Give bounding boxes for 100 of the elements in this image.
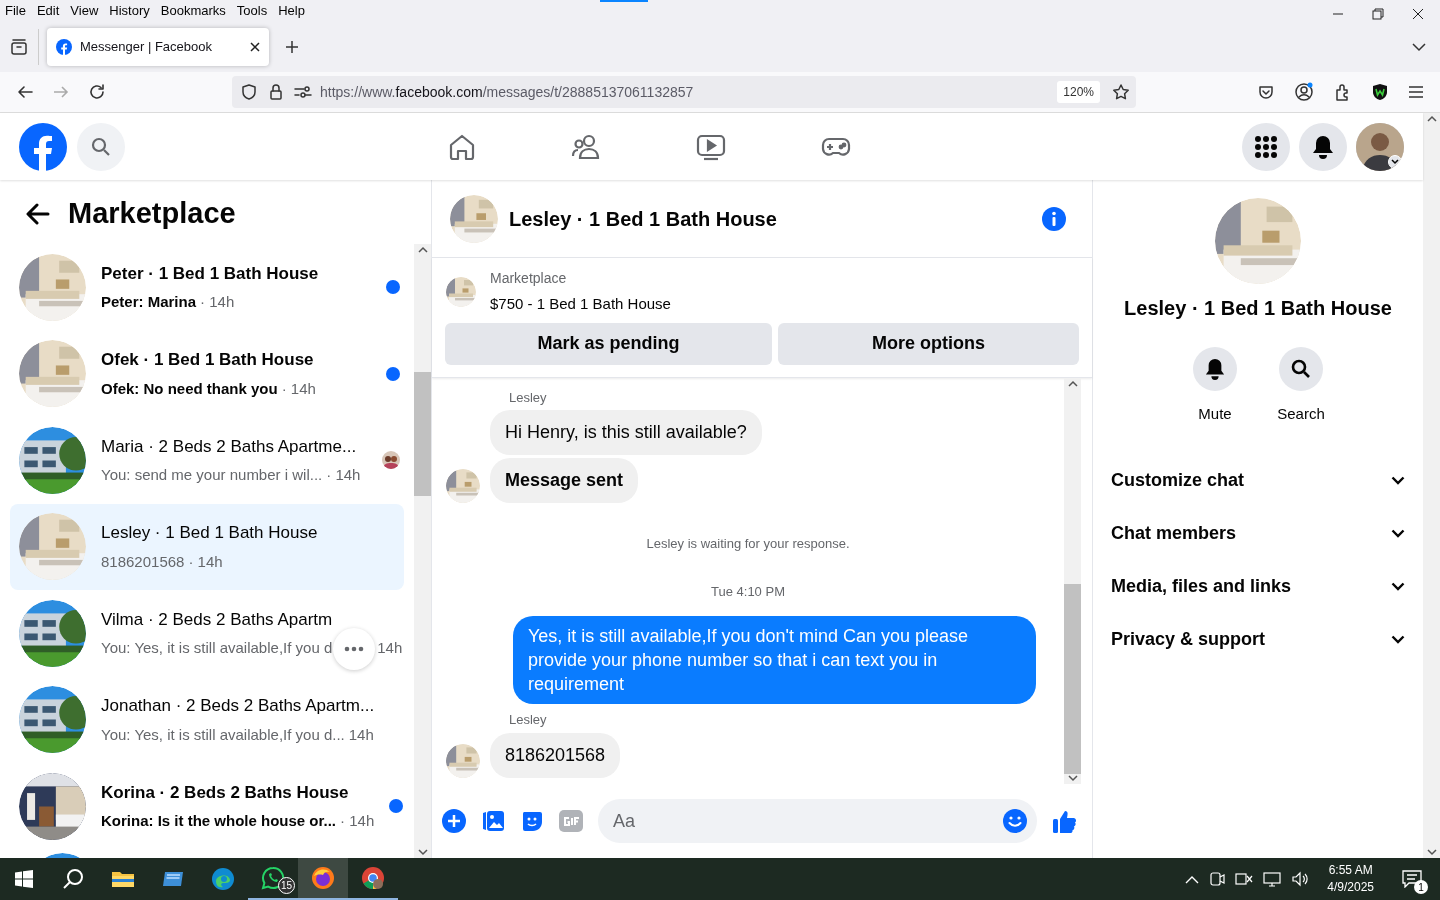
- scrollbar[interactable]: [414, 244, 431, 858]
- shield-extension-icon[interactable]: [1372, 83, 1388, 101]
- section-row[interactable]: Chat members: [1111, 506, 1405, 560]
- clock-time: 6:55 AM: [1328, 862, 1373, 879]
- menu-item[interactable]: Tools: [236, 0, 268, 21]
- back-arrow-icon[interactable]: [26, 203, 50, 225]
- conversation-item[interactable]: Vilma · 2 Beds 2 Baths Apartm You: Yes, it is still available,If you d 14h: [10, 590, 404, 677]
- notifications-button[interactable]: 1: [1392, 858, 1432, 900]
- action-button[interactable]: Mute: [1192, 347, 1238, 426]
- message-bubble: Hi Henry, is this still available?: [490, 410, 762, 455]
- close-icon[interactable]: [250, 41, 260, 52]
- bookmark-star-icon[interactable]: [1112, 83, 1130, 101]
- profile-avatar[interactable]: [1356, 122, 1404, 171]
- thumbs-up-icon[interactable]: [1052, 808, 1078, 834]
- friends-icon[interactable]: [571, 132, 601, 161]
- section-row[interactable]: Privacy & support: [1111, 612, 1405, 666]
- more-icon: [344, 645, 365, 652]
- message-composer[interactable]: Aa: [598, 799, 1037, 843]
- clock-date: 4/9/2025: [1327, 879, 1374, 896]
- conversation-title: Ofek · 1 Bed 1 Bath House: [101, 349, 314, 372]
- message-preview: You: Yes, it is still available,If you d...: [101, 724, 345, 745]
- browser-tab[interactable]: Messenger | Facebook: [47, 27, 269, 66]
- network-icon[interactable]: [1263, 871, 1282, 887]
- photo-icon[interactable]: [481, 809, 505, 833]
- address-bar[interactable]: https://www.facebook.com/messages/t/28885137061132857 120%: [232, 76, 1136, 108]
- whatsapp-taskbar-button[interactable]: 15: [248, 858, 298, 900]
- scrollbar[interactable]: [1064, 377, 1081, 784]
- info-icon[interactable]: [1042, 206, 1066, 231]
- scrollbar-thumb[interactable]: [414, 372, 431, 496]
- timestamp: Tue 4:10 PM: [711, 582, 785, 601]
- video-icon[interactable]: [696, 132, 726, 161]
- scrollbar[interactable]: [1423, 113, 1440, 858]
- scroll-down-icon[interactable]: [1426, 848, 1437, 856]
- home-icon[interactable]: [448, 132, 476, 161]
- emoji-icon[interactable]: [1003, 809, 1027, 833]
- scroll-up-icon[interactable]: [417, 246, 428, 254]
- menu-grid-icon[interactable]: [1242, 122, 1290, 171]
- facebook-logo-icon[interactable]: [19, 122, 67, 171]
- conversation-item[interactable]: Jonathan · 2 Beds 2 Baths Apartm... You: Yes, it is still available,If you d... 14h: [10, 676, 404, 763]
- firefox-icon[interactable]: [298, 858, 348, 900]
- conversation-item[interactable]: Ofek · 1 Bed 1 Bath House Ofek: No need thank you · 14h: [10, 330, 404, 417]
- more-options-button[interactable]: [333, 627, 376, 670]
- conversation-title: Korina · 2 Beds 2 Baths House: [101, 781, 349, 804]
- restore-icon[interactable]: [1372, 7, 1384, 20]
- chevron-down-icon[interactable]: [1412, 41, 1426, 52]
- tab-title: Messenger | Facebook: [80, 37, 213, 56]
- message-preview: Peter: Marina: [101, 292, 197, 313]
- contact-name: Lesley · 1 Bed 1 Bath House: [1124, 296, 1392, 321]
- scroll-down-icon[interactable]: [1067, 774, 1078, 782]
- reload-icon[interactable]: [88, 83, 106, 101]
- shield-icon: [240, 83, 258, 101]
- chat-status: Lesley is waiting for your response.: [646, 535, 850, 553]
- pocket-icon[interactable]: [1258, 84, 1274, 100]
- listing-title: $750 - 1 Bed 1 Bath House: [490, 294, 671, 314]
- message-preview: Korina: Is it the whole house or...: [101, 811, 337, 832]
- message-time: · 14h: [326, 465, 361, 486]
- message-input-field[interactable]: Aa: [613, 807, 1003, 835]
- add-icon[interactable]: [442, 809, 466, 833]
- camera-icon[interactable]: [1209, 871, 1226, 887]
- account-icon[interactable]: [1294, 82, 1314, 102]
- message-time: 14h: [348, 724, 374, 745]
- message-bubble: 8186201568: [490, 732, 621, 778]
- chevron-up-icon[interactable]: [1185, 874, 1200, 884]
- menu-icon[interactable]: [1408, 85, 1424, 99]
- conversation-item[interactable]: Lesley · 1 Bed 1 Bath House 8186201568 · 14h: [10, 503, 404, 590]
- scroll-up-icon[interactable]: [1426, 115, 1437, 123]
- menu-item[interactable]: Edit: [36, 0, 60, 21]
- facebook-icon: [56, 38, 72, 55]
- listing-button[interactable]: Mark as pending: [445, 322, 772, 365]
- menu-item[interactable]: File: [5, 0, 26, 21]
- new-tab-icon[interactable]: [285, 39, 299, 54]
- menu-item[interactable]: Bookmarks: [160, 0, 226, 21]
- sender-name: Lesley: [509, 389, 547, 405]
- scrollbar-thumb[interactable]: [1064, 584, 1081, 774]
- menu-item[interactable]: History: [109, 0, 150, 21]
- tab-list-icon[interactable]: [10, 37, 28, 56]
- message-bubble: Yes, it is still available,If you don't mind Can you please provide your phone number so that i can text you in requirement: [513, 616, 1036, 704]
- message-bubble: Message sent: [490, 458, 639, 503]
- scroll-down-icon[interactable]: [417, 848, 428, 856]
- pane-title: Marketplace: [68, 196, 236, 232]
- section-row[interactable]: Media, files and links: [1111, 559, 1405, 613]
- scroll-up-icon[interactable]: [1067, 379, 1078, 388]
- back-icon[interactable]: [16, 83, 34, 101]
- message-time: · 14h: [200, 292, 235, 313]
- menu-item[interactable]: Help: [278, 0, 305, 21]
- conversation-item[interactable]: Maria · 2 Beds 2 Baths Apartme... You: send me your number i wil... · 14h: [10, 417, 404, 504]
- zoom-level[interactable]: 120%: [1057, 81, 1100, 103]
- bell-icon[interactable]: [1299, 122, 1347, 171]
- close-icon[interactable]: [1412, 7, 1424, 20]
- listing-button[interactable]: More options: [778, 322, 1079, 365]
- volume-icon[interactable]: [1291, 871, 1310, 887]
- message-time: 14h: [377, 638, 403, 659]
- menu-item[interactable]: View: [70, 0, 99, 21]
- message-preview: Ofek: No need thank you: [101, 378, 278, 399]
- section-row[interactable]: Customize chat: [1111, 453, 1405, 507]
- message-time: · 14h: [281, 378, 316, 399]
- action-button[interactable]: Search: [1278, 347, 1324, 426]
- conversation-item[interactable]: Korina · 2 Beds 2 Baths House Korina: Is it the whole house or... · 14h: [10, 763, 404, 850]
- sticker-icon[interactable]: [520, 809, 544, 833]
- conversation-item[interactable]: Peter · 1 Bed 1 Bath House Peter: Marina · 14h: [10, 244, 404, 331]
